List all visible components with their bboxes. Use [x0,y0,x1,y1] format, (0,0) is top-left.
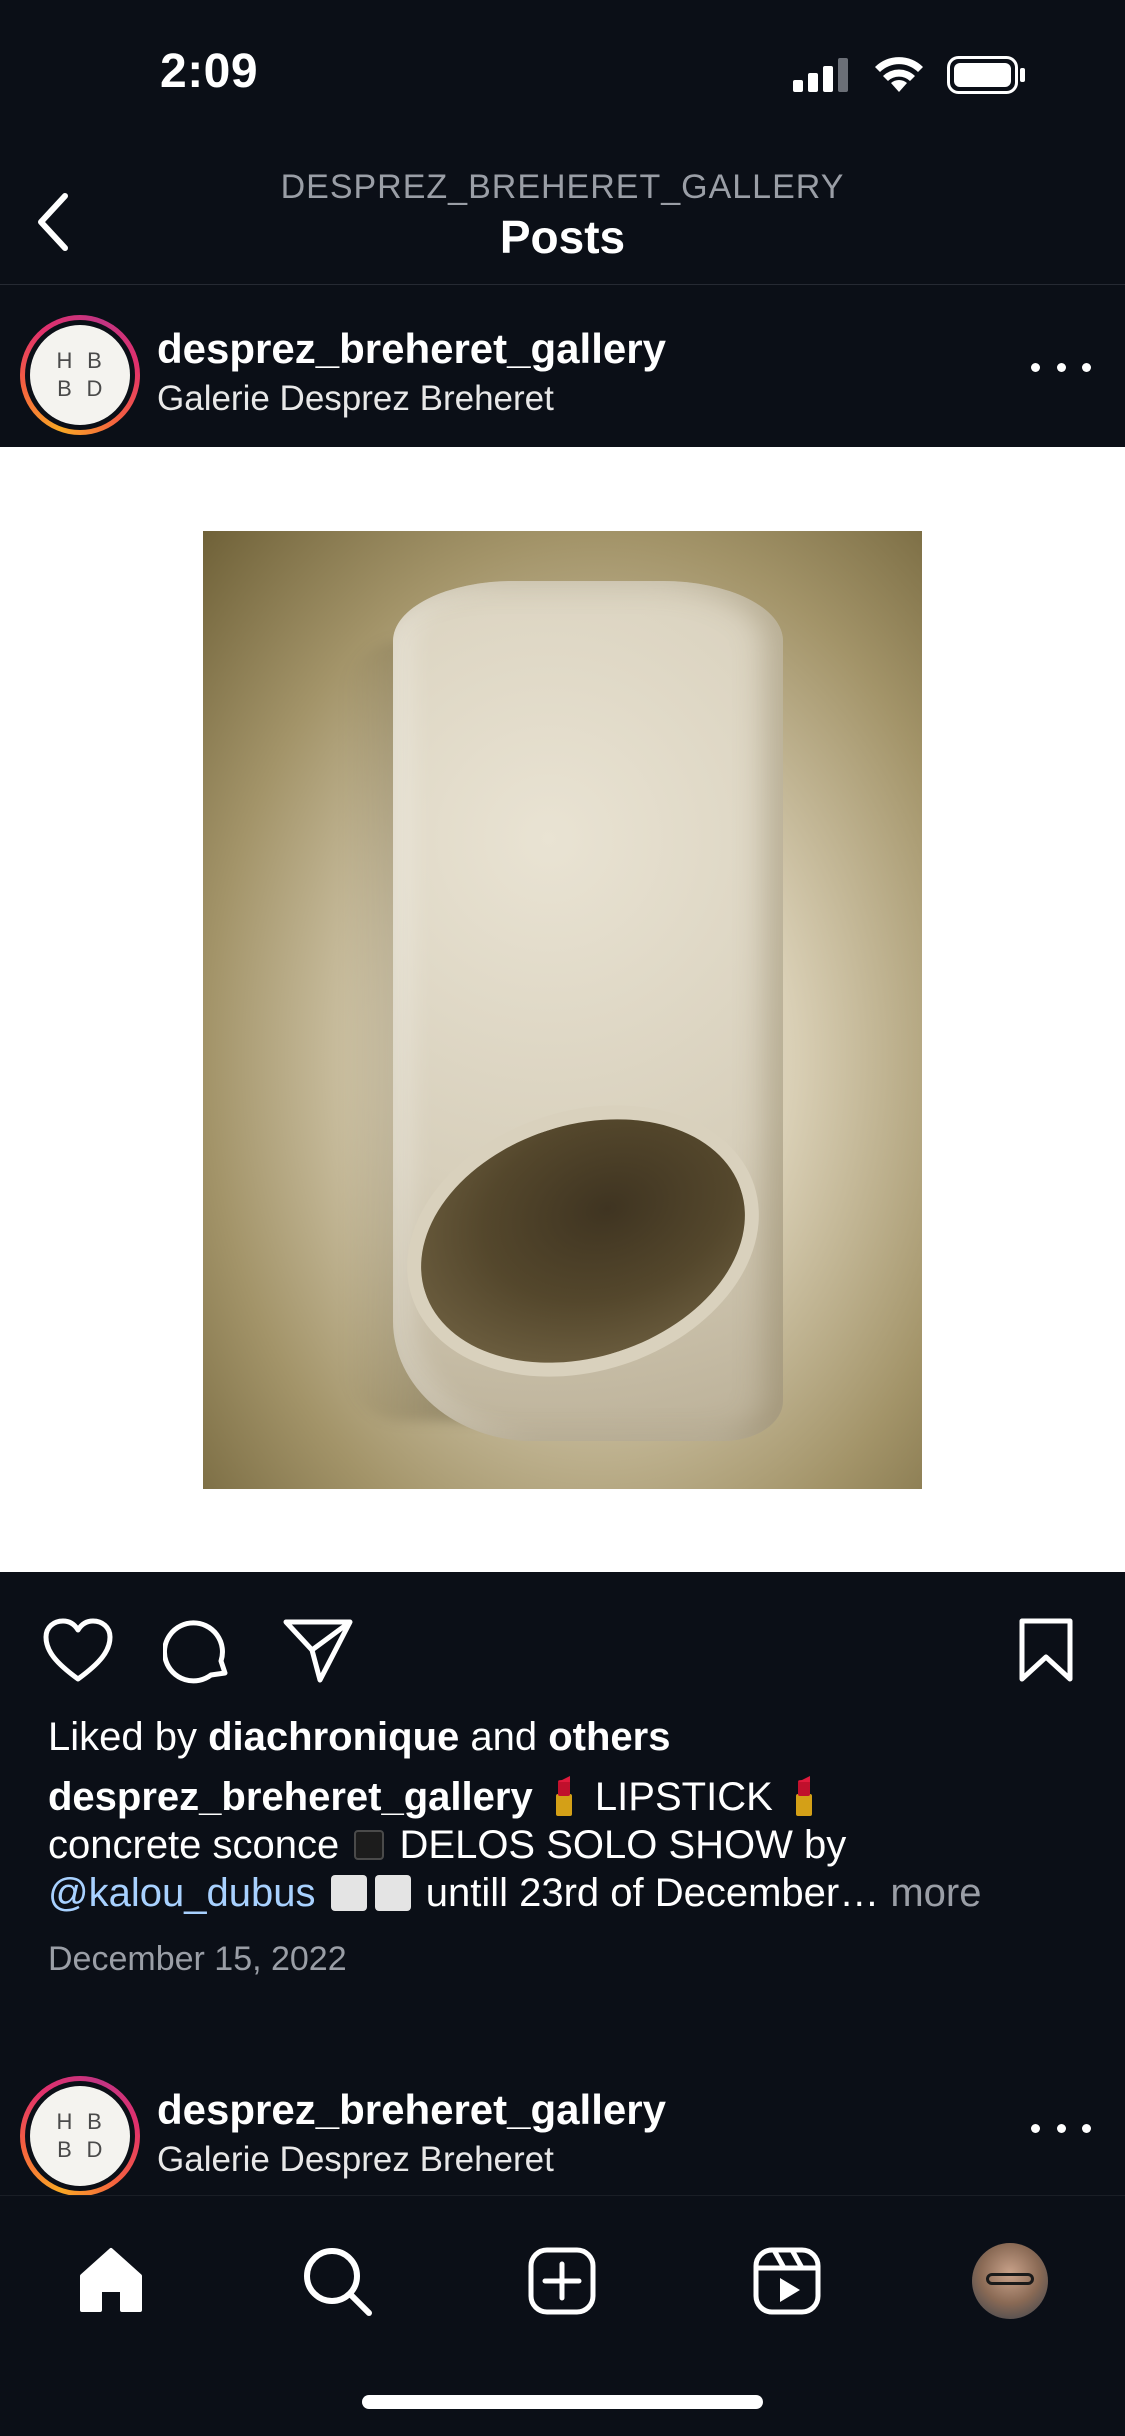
avatar-gap: H B B D [25,2081,135,2191]
page-title: Posts [499,211,626,263]
caption-text-4: untill 23rd of December… [414,1871,880,1915]
post-caption: desprez_breheret_gallery LIPSTICK concre… [48,1773,1088,1917]
dot [1056,2123,1066,2133]
avatar-letter: B [57,376,73,401]
lipstick-icon [550,1774,578,1818]
liked-by-others[interactable]: others [548,1715,670,1759]
avatar-letter: H [56,348,74,373]
glasses [986,2273,1034,2285]
caption-mention[interactable]: @kalou_dubus [48,1871,315,1915]
post-username[interactable]: desprez_breheret_gallery [157,2086,666,2134]
post-header: H B B D desprez_breheret_gallery Galerie… [0,287,1125,447]
dot [1082,2123,1091,2133]
caption-text-3: DELOS SOLO SHOW by [388,1823,847,1867]
avatar-letter: H [56,2109,74,2134]
status-time: 2:09 [160,45,259,98]
tab-search[interactable] [292,2236,382,2326]
avatar-logo: H B B D [30,2086,130,2186]
avatar-letter: B [57,2137,73,2162]
likes-text[interactable]: Liked by diachronique and others [48,1715,670,1760]
like-button[interactable] [40,1612,116,1688]
post-actions [0,1572,1125,1722]
white-square-icon [330,1875,367,1911]
status-icons [793,56,1027,94]
more-options-button[interactable] [1031,347,1091,387]
post-date: December 15, 2022 [48,1940,347,1978]
heart-icon [43,1618,113,1682]
bookmark-icon [1019,1618,1073,1682]
dot [1056,362,1066,372]
caption-more-link[interactable]: more [879,1871,981,1915]
post-username[interactable]: desprez_breheret_gallery [157,325,666,373]
avatar-letter: D [86,376,104,401]
search-icon [304,2248,372,2316]
black-square-icon [354,1830,385,1860]
status-bar: 2:09 [0,0,1125,140]
comment-icon [163,1620,228,1684]
tab-home[interactable] [66,2236,156,2326]
battery-icon [947,56,1025,94]
avatar[interactable]: H B B D [20,2076,140,2196]
likes-middle: and [459,1715,549,1759]
avatar-letter: B [87,348,103,373]
dot [1031,2123,1040,2133]
avatar-letter: B [87,2109,103,2134]
sconce-photo [203,531,922,1489]
signal-icon [793,58,848,92]
next-post-header: H B B D desprez_breheret_gallery Galerie… [0,2048,1125,2208]
likes-prefix: Liked by [48,1715,209,1759]
lipstick-icon [790,1774,818,1818]
comment-button[interactable] [160,1612,236,1688]
avatar-logo: H B B D [30,325,130,425]
nav-subtitle: DESPREZ_BREHERET_GALLERY [280,168,845,206]
tab-create[interactable] [517,2236,607,2326]
save-button[interactable] [1008,1612,1084,1688]
share-button[interactable] [280,1612,356,1688]
dot [1031,362,1040,372]
white-square-icon [374,1875,411,1911]
tab-profile[interactable] [965,2236,1055,2326]
caption-text-1: LIPSTICK [583,1775,784,1819]
avatar[interactable]: H B B D [20,315,140,435]
caption-text-2: concrete sconce [48,1823,351,1867]
home-indicator[interactable] [362,2395,763,2409]
profile-avatar [972,2243,1048,2319]
post-fullname: Galerie Desprez Breheret [157,379,554,418]
post-fullname: Galerie Desprez Breheret [157,2140,554,2179]
avatar-gap: H B B D [25,320,135,430]
dot [1082,362,1091,372]
reels-icon [753,2247,821,2315]
caption-username[interactable]: desprez_breheret_gallery [48,1775,533,1819]
avatar-letter: D [86,2137,104,2162]
more-options-button[interactable] [1031,2108,1091,2148]
nav-header: DESPREZ_BREHERET_GALLERY Posts [0,140,1125,285]
wifi-icon [875,57,923,92]
liked-by-user[interactable]: diachronique [208,1715,459,1759]
home-icon [80,2248,142,2312]
tab-reels[interactable] [742,2236,832,2326]
create-icon [528,2247,596,2315]
send-icon [283,1619,353,1683]
post-image[interactable] [0,447,1125,1572]
